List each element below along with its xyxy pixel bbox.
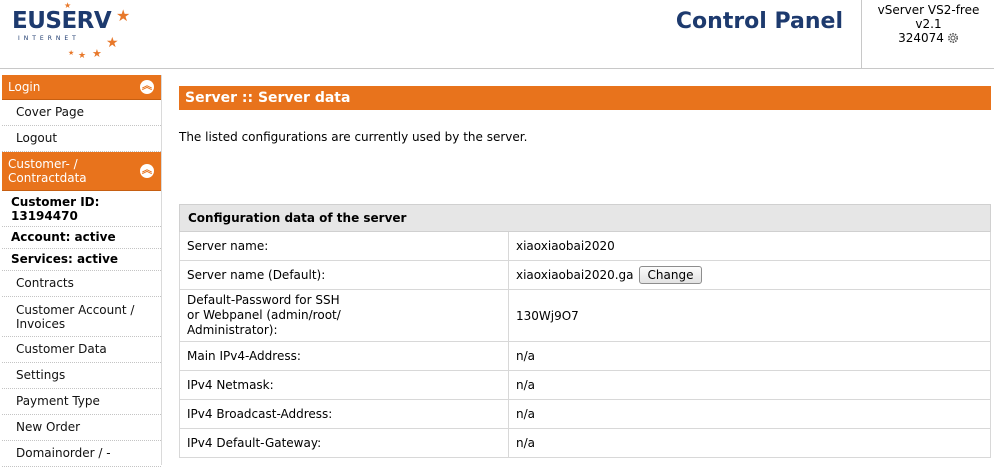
sidebar: Login ︽ Cover Page Logout Customer- / Co… bbox=[2, 75, 162, 467]
row-key-line: or Webpanel (admin/root/ bbox=[187, 308, 341, 322]
page-header: EUSERV INTERNET ★ ★ ★ ★ ★ ★ Control Pane… bbox=[0, 0, 994, 69]
logo-text: EUSERV bbox=[12, 8, 112, 34]
row-key-line: Default-Password for SSH bbox=[187, 293, 340, 307]
row-key-line: Administrator): bbox=[187, 323, 278, 337]
table-title: Configuration data of the server bbox=[179, 204, 991, 232]
services-status: Services: active bbox=[2, 249, 161, 271]
row-value-cell: xiaoxiaobai2020.ga Change bbox=[508, 260, 991, 290]
sidebar-section-login[interactable]: Login ︽ bbox=[2, 75, 161, 100]
server-plan: vServer VS2-free bbox=[877, 3, 980, 17]
collapse-icon[interactable]: ︽ bbox=[140, 164, 154, 178]
sidebar-section-label: Customer- / bbox=[8, 157, 78, 171]
sidebar-item-domainorder[interactable]: Domainorder / - bbox=[2, 441, 161, 467]
server-config-table: Configuration data of the server Server … bbox=[179, 204, 991, 458]
section-title: Server :: Server data bbox=[179, 86, 991, 110]
table-row: IPv4 Netmask: n/a bbox=[179, 370, 991, 400]
row-value: 130Wj9O7 bbox=[508, 289, 991, 342]
star-icon: ★ bbox=[68, 49, 75, 57]
table-row: Main IPv4-Address: n/a bbox=[179, 341, 991, 371]
row-value: n/a bbox=[508, 341, 991, 371]
star-icon: ★ bbox=[92, 47, 102, 60]
row-key: IPv4 Default-Gateway: bbox=[179, 428, 509, 458]
table-row: Default-Password for SSH or Webpanel (ad… bbox=[179, 289, 991, 342]
table-row: IPv4 Default-Gateway: n/a bbox=[179, 428, 991, 458]
account-status: Account: active bbox=[2, 227, 161, 249]
row-key: IPv4 Broadcast-Address: bbox=[179, 399, 509, 429]
server-id-row: 324074 bbox=[862, 31, 994, 45]
table-row: Server name: xiaoxiaobai2020 bbox=[179, 231, 991, 261]
table-row: Server name (Default): xiaoxiaobai2020.g… bbox=[179, 260, 991, 290]
row-value: n/a bbox=[508, 370, 991, 400]
sidebar-section-label: Contractdata bbox=[8, 171, 87, 185]
server-id: 324074 bbox=[898, 31, 944, 45]
server-version: v2.1 bbox=[915, 17, 942, 31]
table-row: IPv4 Broadcast-Address: n/a bbox=[179, 399, 991, 429]
gear-icon[interactable] bbox=[947, 32, 959, 44]
main-content: Server :: Server data The listed configu… bbox=[179, 86, 991, 458]
change-button[interactable]: Change bbox=[638, 266, 703, 284]
server-info-box: vServer VS2-free v2.1 324074 bbox=[861, 0, 994, 68]
star-icon: ★ bbox=[106, 35, 119, 51]
row-key: Main IPv4-Address: bbox=[179, 341, 509, 371]
row-key: Default-Password for SSH or Webpanel (ad… bbox=[179, 289, 509, 342]
star-icon: ★ bbox=[64, 1, 72, 10]
table-header-row: Configuration data of the server bbox=[179, 204, 991, 232]
customer-id-label: Customer ID: bbox=[11, 195, 100, 209]
sidebar-item-cover-page[interactable]: Cover Page bbox=[2, 100, 161, 126]
row-value: n/a bbox=[508, 399, 991, 429]
page-title: Control Panel bbox=[675, 9, 843, 34]
row-key: IPv4 Netmask: bbox=[179, 370, 509, 400]
euserv-logo[interactable]: EUSERV INTERNET ★ ★ ★ ★ ★ ★ bbox=[6, 2, 136, 64]
sidebar-item-payment-type[interactable]: Payment Type bbox=[2, 389, 161, 415]
intro-text: The listed configurations are currently … bbox=[179, 130, 528, 144]
sidebar-item-contracts[interactable]: Contracts bbox=[2, 271, 161, 297]
sidebar-item-logout[interactable]: Logout bbox=[2, 126, 161, 152]
collapse-icon[interactable]: ︽ bbox=[140, 80, 154, 94]
row-key: Server name (Default): bbox=[179, 260, 509, 290]
sidebar-item-label: Customer Account / bbox=[16, 303, 135, 317]
sidebar-section-label: Login bbox=[8, 80, 41, 94]
sidebar-item-customer-account[interactable]: Customer Account / Invoices bbox=[2, 297, 161, 337]
row-value: n/a bbox=[508, 428, 991, 458]
sidebar-section-customer[interactable]: Customer- / Contractdata ︽ bbox=[2, 152, 161, 191]
sidebar-item-label: Invoices bbox=[16, 317, 66, 331]
star-icon: ★ bbox=[78, 51, 87, 61]
star-icon: ★ bbox=[116, 6, 131, 25]
row-value: xiaoxiaobai2020.ga bbox=[516, 268, 634, 282]
sidebar-item-settings[interactable]: Settings bbox=[2, 363, 161, 389]
customer-id: Customer ID: 13194470 bbox=[2, 191, 161, 227]
row-key: Server name: bbox=[179, 231, 509, 261]
sidebar-item-customer-data[interactable]: Customer Data bbox=[2, 337, 161, 363]
customer-id-value: 13194470 bbox=[11, 209, 78, 223]
sidebar-item-new-order[interactable]: New Order bbox=[2, 415, 161, 441]
logo-subtext: INTERNET bbox=[18, 35, 80, 42]
row-value: xiaoxiaobai2020 bbox=[508, 231, 991, 261]
